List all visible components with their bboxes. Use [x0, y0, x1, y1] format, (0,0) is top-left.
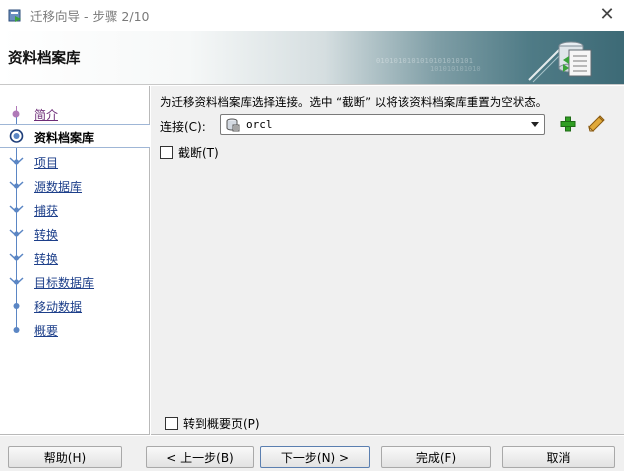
nav-item-label[interactable]: 资料档案库	[34, 129, 94, 146]
wizard-step-nav: 简介 资料档案库 项目 源数据库 捕获 转换 转换 目标数据库 移动数据 概要	[0, 86, 150, 435]
wizard-app-icon	[8, 9, 22, 23]
truncate-label[interactable]: 截断(T)	[178, 144, 219, 161]
step-content-panel: 为迁移资料档案库选择连接。选中 “截断” 以将该资料档案库重置为空状态。 连接(…	[151, 86, 624, 435]
nav-item-project[interactable]: 项目	[0, 150, 150, 172]
nav-item-convert-2[interactable]: 转换	[0, 246, 150, 268]
button-bar: 帮助(H) < 上一步(B) 下一步(N) > 完成(F) 取消	[0, 436, 624, 471]
nav-item-target-db[interactable]: 目标数据库	[0, 270, 150, 292]
step-node-icon	[9, 181, 24, 190]
nav-item-label[interactable]: 转换	[34, 226, 58, 243]
window-title: 迁移向导 - 步骤 2/10	[30, 9, 150, 24]
connection-label: 连接(C):	[160, 120, 206, 134]
nav-item-label[interactable]: 源数据库	[34, 178, 82, 195]
title-bar: 迁移向导 - 步骤 2/10 ✕	[0, 0, 624, 31]
nav-item-move-data[interactable]: 移动数据	[0, 294, 150, 316]
add-connection-button[interactable]	[559, 115, 577, 133]
goto-summary-label[interactable]: 转到概要页(P)	[183, 415, 260, 432]
banner-binary-decoration: 0101010101010101010101	[376, 57, 474, 65]
help-button[interactable]: 帮助(H)	[8, 446, 122, 468]
connection-value: orcl	[246, 118, 273, 131]
banner-binary-decoration-2: 101010101010	[430, 65, 481, 73]
cancel-button[interactable]: 取消	[502, 446, 615, 468]
back-button[interactable]: < 上一步(B)	[146, 446, 254, 468]
edit-connection-button[interactable]	[586, 114, 606, 134]
nav-item-label[interactable]: 捕获	[34, 202, 58, 219]
nav-item-label[interactable]: 项目	[34, 154, 58, 171]
database-migration-icon	[528, 41, 592, 83]
checkbox-box[interactable]	[165, 417, 178, 430]
finish-button[interactable]: 完成(F)	[381, 446, 491, 468]
database-icon	[226, 118, 240, 131]
step-node-icon	[9, 157, 24, 166]
wizard-banner: 资料档案库 0101010101010101010101 10101010101…	[0, 31, 624, 85]
step-node-icon	[13, 303, 20, 309]
chevron-down-icon[interactable]	[530, 119, 540, 129]
current-step-icon	[9, 129, 24, 143]
nav-item-convert-1[interactable]: 转换	[0, 222, 150, 244]
step-node-icon	[13, 327, 20, 333]
step-node-icon	[9, 277, 24, 286]
checkbox-box[interactable]	[160, 146, 173, 159]
nav-item-label[interactable]: 概要	[34, 322, 58, 339]
step-node-icon	[12, 110, 20, 118]
nav-item-label[interactable]: 移动数据	[34, 298, 82, 315]
page-title: 资料档案库	[8, 51, 81, 67]
nav-item-source-db[interactable]: 源数据库	[0, 174, 150, 196]
goto-summary-checkbox[interactable]: 转到概要页(P)	[165, 415, 260, 432]
truncate-checkbox[interactable]: 截断(T)	[160, 144, 219, 161]
step-node-icon	[9, 205, 24, 214]
connection-select[interactable]: orcl	[220, 114, 545, 135]
nav-item-capture[interactable]: 捕获	[0, 198, 150, 220]
nav-item-intro[interactable]: 简介	[0, 102, 150, 124]
step-node-icon	[9, 229, 24, 238]
nav-item-label[interactable]: 转换	[34, 250, 58, 267]
close-icon[interactable]: ✕	[599, 6, 615, 24]
instruction-text: 为迁移资料档案库选择连接。选中 “截断” 以将该资料档案库重置为空状态。	[160, 95, 548, 109]
nav-item-repository[interactable]: 资料档案库	[0, 124, 150, 148]
nav-item-summary[interactable]: 概要	[0, 318, 150, 340]
step-node-icon	[9, 253, 24, 262]
next-button[interactable]: 下一步(N) >	[260, 446, 370, 468]
nav-item-label[interactable]: 简介	[34, 106, 58, 123]
nav-item-label[interactable]: 目标数据库	[34, 274, 94, 291]
